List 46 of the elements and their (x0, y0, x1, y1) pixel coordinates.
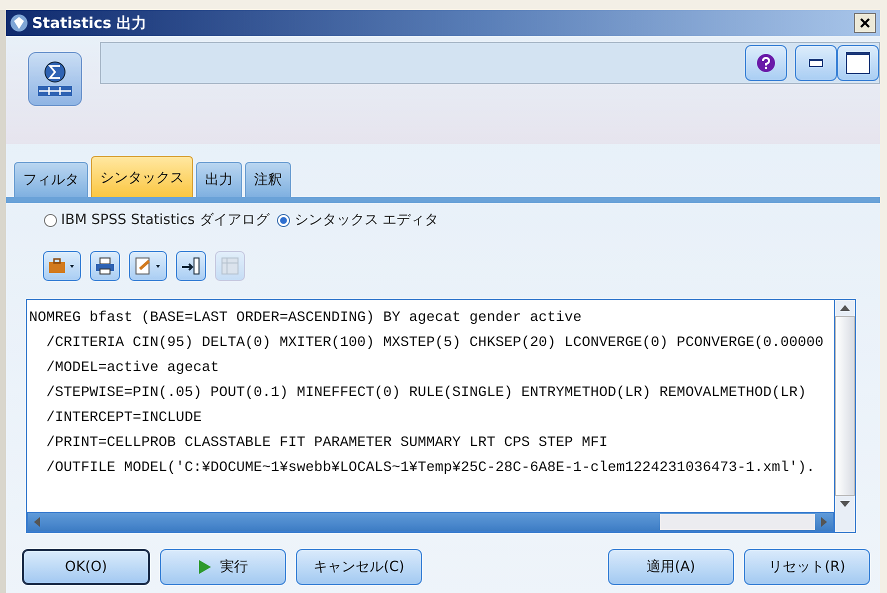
code-line: /OUTFILE MODEL('C:¥DOCUME~1¥swebb¥LOCALS~1¥Temp¥25C-28C-6A8E-1-clem1224231036473-1.xml'). (45, 459, 816, 478)
window-title: Statistics 出力 (32, 14, 148, 32)
syntax-editor[interactable] (26, 299, 856, 533)
radio-option[interactable]: IBM SPSS Statistics ダイアログ (44, 211, 270, 229)
maximize-icon (846, 52, 870, 74)
briefcase-icon (48, 257, 76, 275)
minimize-button[interactable] (795, 45, 837, 81)
document-icon (134, 257, 162, 275)
down-arrow-icon (840, 500, 850, 508)
code-line: /STEPWISE=PIN(.05) POUT(0.1) MINEFFECT(0) RULE(SINGLE) ENTRYMETHOD(LR) REMOVALMETHOD(LR) (45, 384, 808, 403)
dialog-button[interactable]: OK(O) (22, 549, 150, 585)
code-line: NOMREG bfast (BASE=LAST ORDER=ASCENDING) BY agecat gender active (29, 309, 583, 328)
tab[interactable]: 注釈 (245, 162, 291, 197)
minimize-icon (809, 59, 823, 67)
code-line: /MODEL=active agecat (45, 359, 220, 378)
left-arrow-icon (33, 517, 41, 527)
code-line: /PRINT=CELLPROB CLASSTABLE FIT PARAMETER SUMMARY LRT CPS STEP MFI (45, 434, 609, 453)
dialog-button[interactable]: 適用(A) (608, 549, 734, 585)
vertical-scrollbar[interactable] (834, 300, 855, 532)
close-button[interactable] (854, 13, 876, 33)
print-tool-button[interactable] (90, 251, 120, 281)
play-icon (198, 559, 212, 575)
code-line: /CRITERIA CIN(95) DELTA(0) MXITER(100) MXSTEP(5) CHKSEP(20) LCONVERGE(0) PCONVERGE(0.00000 (45, 334, 824, 353)
up-arrow-icon (840, 304, 850, 312)
run-button[interactable]: 実行 (160, 549, 286, 585)
insert-tool-button[interactable] (176, 251, 206, 281)
statistics-node-icon (28, 52, 82, 106)
grid-icon (221, 257, 239, 275)
dialog-button[interactable]: キャンセル(C) (296, 549, 422, 585)
help-button[interactable] (745, 45, 787, 81)
edit-tool-button[interactable] (129, 251, 167, 281)
tab[interactable]: フィルタ (14, 162, 88, 197)
code-line: /INTERCEPT=INCLUDE (45, 409, 203, 428)
tab[interactable]: 出力 (196, 162, 242, 197)
open-tool-button[interactable] (43, 251, 81, 281)
tab[interactable]: シンタックス (91, 156, 193, 197)
radio-option[interactable]: シンタックス エディタ (277, 211, 439, 229)
right-arrow-icon (820, 517, 828, 527)
printer-icon (95, 257, 115, 275)
dialog-button[interactable]: リセット(R) (744, 549, 870, 585)
maximize-button[interactable] (837, 45, 879, 81)
help-icon (756, 53, 776, 73)
gem-icon (10, 14, 28, 32)
insert-icon (181, 257, 201, 275)
close-icon (859, 17, 871, 29)
horizontal-scrollbar[interactable] (27, 512, 834, 532)
